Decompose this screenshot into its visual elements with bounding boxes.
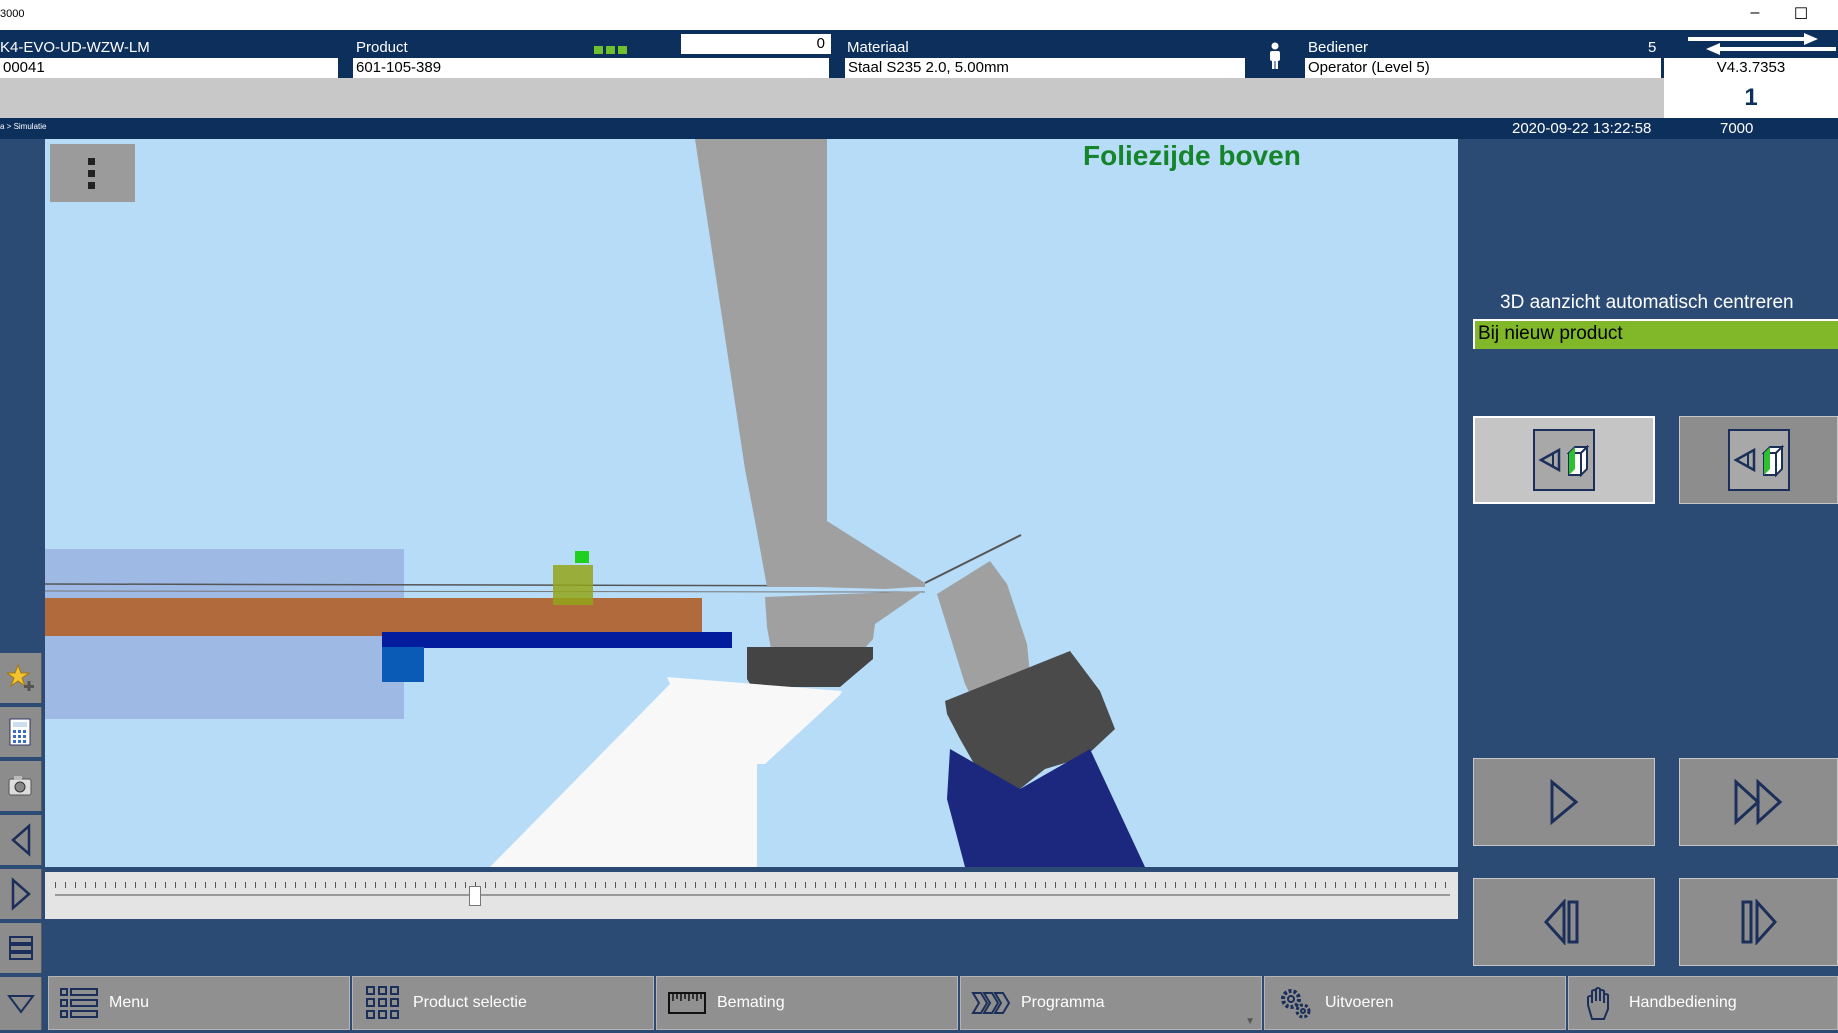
menu-button[interactable]: Menu: [48, 976, 350, 1030]
step-number: 1: [1664, 78, 1838, 118]
step-forward-button[interactable]: [1679, 878, 1838, 966]
view-side-button[interactable]: [1679, 416, 1838, 504]
eye-cube-side-icon: [1727, 429, 1790, 491]
list-icon: [8, 936, 33, 960]
ruler-icon: [668, 992, 706, 1014]
chevrons-right-icon: [971, 992, 1011, 1014]
calculator-icon: [9, 718, 30, 746]
view-front-button[interactable]: [1473, 416, 1655, 504]
triangle-right-icon: [11, 877, 31, 911]
manual-operation-label: Handbediening: [1629, 994, 1737, 1011]
menu-button-label: Menu: [109, 994, 150, 1011]
product-selection-button[interactable]: Product selectie: [352, 976, 654, 1030]
vertical-dots-icon: [88, 158, 95, 189]
eye-cube-icon: [1533, 429, 1595, 491]
camera-icon: [8, 776, 31, 796]
next-button[interactable]: [0, 869, 42, 919]
play-button[interactable]: [1473, 758, 1655, 846]
product-label: Product: [356, 39, 408, 56]
breadcrumb: a > Simulatie: [0, 122, 47, 131]
material-value[interactable]: Staal S235 2.0, 5.00mm: [845, 58, 1245, 78]
gears-icon: [1281, 989, 1311, 1019]
lower-table: [490, 677, 842, 867]
dropdown-arrow-icon: ▼: [1245, 1016, 1255, 1027]
machine-label: K4-EVO-UD-WZW-LM: [0, 39, 150, 56]
info-row: [0, 78, 1838, 118]
progress-indicator-icon: [594, 41, 636, 54]
star-plus-icon: [5, 663, 34, 691]
program-button[interactable]: Programma ▼: [960, 976, 1262, 1030]
auto-center-label: 3D aanzicht automatisch centreren: [1500, 292, 1794, 313]
grid-icon: [366, 986, 399, 1019]
workpiece: [45, 598, 702, 636]
play-icon: [1550, 779, 1579, 825]
status-bar: a > Simulatie 2020-09-22 13:22:58 7000: [0, 118, 1838, 139]
step-back-icon: [1543, 899, 1579, 945]
material-label: Materiaal: [847, 39, 909, 56]
previous-button[interactable]: [0, 815, 42, 865]
camera-button[interactable]: [0, 761, 42, 811]
operator-label: Bediener: [1308, 39, 1369, 56]
gauge-finger: [553, 565, 593, 605]
operator-value[interactable]: Operator (Level 5): [1305, 58, 1661, 78]
add-favorite-button[interactable]: [0, 653, 42, 703]
product-selection-label: Product selectie: [413, 994, 527, 1011]
operator-icon: [1266, 42, 1284, 70]
triangle-left-icon: [10, 823, 30, 857]
chevron-down-icon: [6, 994, 35, 1014]
dimensioning-label: Bemating: [717, 994, 785, 1011]
simulation-viewport[interactable]: [45, 139, 1458, 867]
calculator-button[interactable]: [0, 707, 42, 757]
window-title: 3000: [0, 8, 25, 20]
product-value[interactable]: 601-105-389: [353, 58, 829, 78]
step-forward-icon: [1741, 899, 1777, 945]
timeline-slider[interactable]: [45, 872, 1458, 919]
list-button[interactable]: [0, 923, 42, 973]
view-menu-button[interactable]: [50, 144, 135, 202]
status-code: 7000: [1720, 120, 1754, 137]
transfer-arrows-icon: [1686, 33, 1838, 55]
minimize-button[interactable]: –: [1740, 4, 1770, 22]
maximize-button[interactable]: ☐: [1786, 4, 1816, 24]
version-label: V4.3.7353: [1664, 58, 1838, 78]
fast-forward-button[interactable]: [1679, 758, 1838, 846]
machine-value: 00041: [0, 58, 338, 78]
table-bar: [382, 632, 732, 648]
program-label: Programma: [1021, 994, 1105, 1011]
execute-label: Uitvoeren: [1325, 994, 1394, 1011]
step-back-button[interactable]: [1473, 878, 1655, 966]
execute-button[interactable]: Uitvoeren: [1264, 976, 1566, 1030]
slider-ticks: [55, 882, 1450, 888]
upper-tool: [695, 139, 925, 589]
manual-operation-button[interactable]: Handbediening: [1568, 976, 1838, 1030]
bending-scene: [45, 139, 1145, 867]
fast-forward-icon: [1734, 779, 1782, 825]
lower-die: [747, 647, 873, 687]
dimensioning-button[interactable]: Bemating: [656, 976, 958, 1030]
counter-field[interactable]: 0: [681, 34, 831, 54]
collapse-button[interactable]: [0, 977, 42, 1030]
window-titlebar: 3000 – ☐: [0, 0, 1838, 30]
slider-thumb[interactable]: [468, 886, 481, 906]
slider-track: [55, 894, 1450, 896]
hand-icon: [1587, 987, 1609, 1020]
menu-list-icon: [60, 988, 98, 1018]
auto-center-select[interactable]: Bij nieuw product: [1473, 319, 1838, 349]
foil-side-label: Foliezijde boven: [1083, 140, 1301, 171]
datetime: 2020-09-22 13:22:58: [1512, 120, 1652, 137]
operator-level: 5: [1648, 39, 1657, 56]
